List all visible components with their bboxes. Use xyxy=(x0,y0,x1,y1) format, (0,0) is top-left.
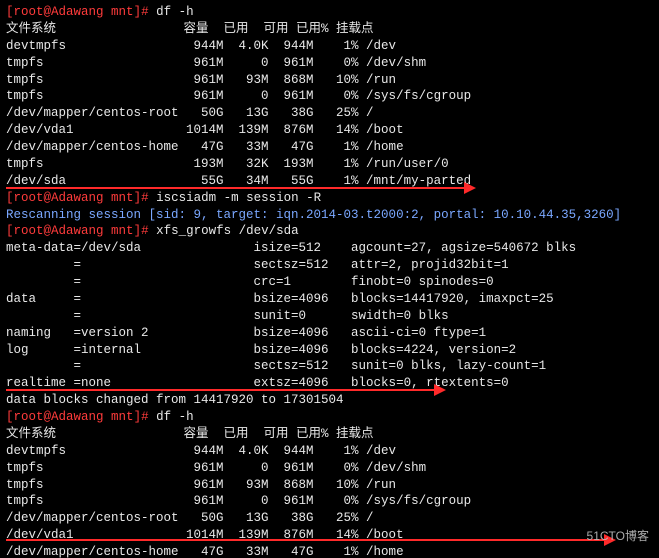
df-output-1: devtmpfs 944M 4.0K 944M 1% /devtmpfs 961… xyxy=(6,38,653,190)
output-row: /dev/mapper/centos-root 50G 13G 38G 25% … xyxy=(6,510,653,527)
prompt-cwd: mnt xyxy=(111,5,134,19)
arrow-annotation-2 xyxy=(6,389,436,391)
output-row: tmpfs 961M 0 961M 0% /sys/fs/cgroup xyxy=(6,88,653,105)
output-row: naming =version 2 bsize=4096 ascii-ci=0 … xyxy=(6,325,653,342)
df-header-1: 文件系统 容量 已用 可用 已用% 挂载点 xyxy=(6,21,653,38)
cmd-growfs[interactable]: xfs_growfs /dev/sda xyxy=(156,224,299,238)
output-row: = crc=1 finobt=0 spinodes=0 xyxy=(6,274,653,291)
prompt-line-1: [root@Adawang mnt]# df -h xyxy=(6,4,653,21)
output-row: = sectsz=512 sunit=0 blks, lazy-count=1 xyxy=(6,358,653,375)
output-row: /dev/mapper/centos-home 47G 33M 47G 1% /… xyxy=(6,139,653,156)
cmd-iscsi[interactable]: iscsiadm -m session -R xyxy=(156,191,321,205)
cmd-df-2[interactable]: df -h xyxy=(156,410,194,424)
prompt-line-3: [root@Adawang mnt]# xfs_growfs /dev/sda xyxy=(6,223,653,240)
output-row: devtmpfs 944M 4.0K 944M 1% /dev xyxy=(6,443,653,460)
output-row: /dev/mapper/centos-root 50G 13G 38G 25% … xyxy=(6,105,653,122)
output-row: devtmpfs 944M 4.0K 944M 1% /dev xyxy=(6,38,653,55)
output-row: log =internal bsize=4096 blocks=4224, ve… xyxy=(6,342,653,359)
output-row: data blocks changed from 14417920 to 173… xyxy=(6,392,653,409)
output-row: meta-data=/dev/sda isize=512 agcount=27,… xyxy=(6,240,653,257)
output-row: tmpfs 961M 93M 868M 10% /run xyxy=(6,72,653,89)
prompt-line-2: [root@Adawang mnt]# iscsiadm -m session … xyxy=(6,190,653,207)
output-row: = sectsz=512 attr=2, projid32bit=1 xyxy=(6,257,653,274)
arrow-annotation-1 xyxy=(6,187,466,189)
rescan-session-line: Rescanning session [sid: 9, target: iqn.… xyxy=(6,207,653,224)
output-row: tmpfs 961M 0 961M 0% /dev/shm xyxy=(6,55,653,72)
output-row: tmpfs 193M 32K 193M 1% /run/user/0 xyxy=(6,156,653,173)
xfs-output: meta-data=/dev/sda isize=512 agcount=27,… xyxy=(6,240,653,409)
output-row: data = bsize=4096 blocks=14417920, imaxp… xyxy=(6,291,653,308)
prompt-line-4: [root@Adawang mnt]# df -h xyxy=(6,409,653,426)
watermark-text: 51CTO博客 xyxy=(587,528,649,544)
df-header-2: 文件系统 容量 已用 可用 已用% 挂载点 xyxy=(6,426,653,443)
output-row: /dev/mapper/centos-home 47G 33M 47G 1% /… xyxy=(6,544,653,558)
output-row: /dev/vda1 1014M 139M 876M 14% /boot xyxy=(6,527,653,544)
output-row: tmpfs 961M 93M 868M 10% /run xyxy=(6,477,653,494)
arrow-annotation-3 xyxy=(6,539,606,541)
output-row: = sunit=0 swidth=0 blks xyxy=(6,308,653,325)
cmd-df-1[interactable]: df -h xyxy=(156,5,194,19)
output-row: tmpfs 961M 0 961M 0% /dev/shm xyxy=(6,460,653,477)
output-row: tmpfs 961M 0 961M 0% /sys/fs/cgroup xyxy=(6,493,653,510)
output-row: /dev/vda1 1014M 139M 876M 14% /boot xyxy=(6,122,653,139)
prompt-userhost: root@Adawang xyxy=(14,5,104,19)
